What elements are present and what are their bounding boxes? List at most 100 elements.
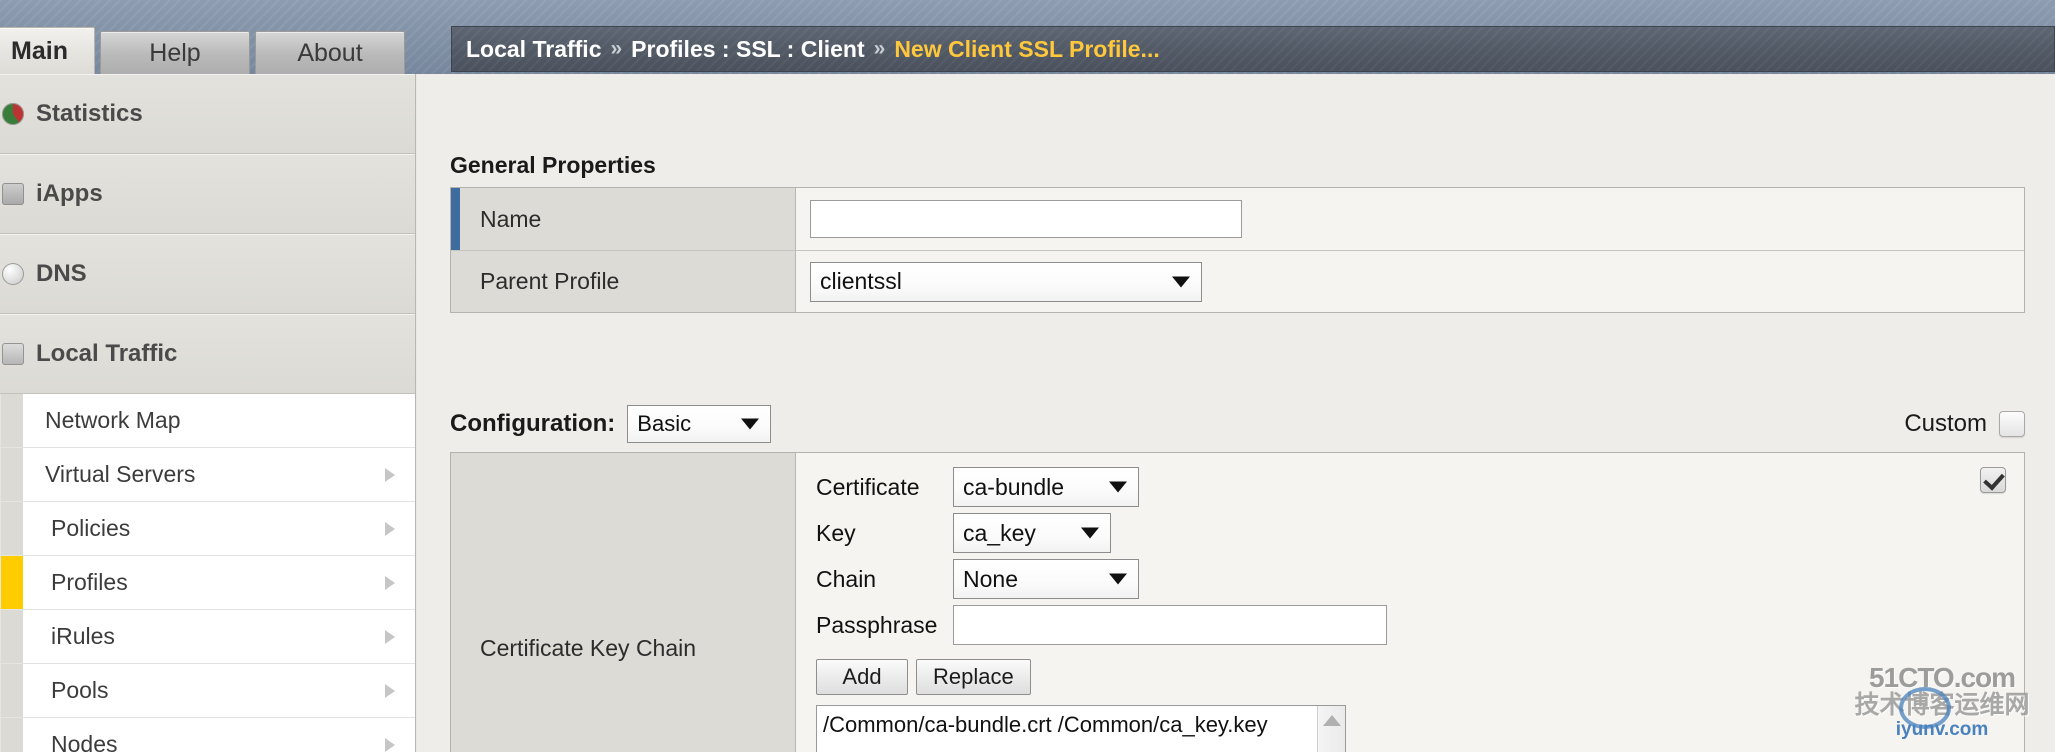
chevron-right-icon <box>385 683 395 698</box>
chain-label: Chain <box>816 565 877 592</box>
key-label: Key <box>816 519 856 546</box>
chevron-down-icon <box>1081 527 1099 539</box>
sidebar-item-virtual-servers[interactable]: Virtual Servers <box>1 448 415 502</box>
name-input[interactable] <box>810 200 1242 238</box>
sidebar-item-pools[interactable]: Pools <box>1 664 415 718</box>
traffic-icon <box>2 343 24 365</box>
tab-main[interactable]: Main <box>0 27 95 74</box>
name-label: Name <box>451 188 796 250</box>
cert-chain-button-row: Add Replace <box>816 659 2024 695</box>
parent-profile-field-cell: clientssl <box>796 251 2024 312</box>
chain-select-value: None <box>963 565 1018 592</box>
certificate-select[interactable]: ca-bundle <box>953 467 1139 507</box>
sidebar-group-local-traffic-label: Local Traffic <box>36 340 178 367</box>
tab-main-label: Main <box>11 36 68 65</box>
apps-icon <box>2 183 24 205</box>
certificate-key-chain-fields: Certificate ca-bundle Key ca_key Chain N… <box>796 453 2024 752</box>
configuration-select-value: Basic <box>637 411 692 436</box>
passphrase-field-row: Passphrase <box>816 605 2024 645</box>
custom-checkbox[interactable] <box>1999 411 2025 437</box>
globe-icon <box>2 263 24 285</box>
key-select-value: ca_key <box>963 519 1036 546</box>
tab-help[interactable]: Help <box>100 31 250 74</box>
sidebar-item-marker <box>1 394 23 447</box>
pie-chart-icon <box>2 103 24 125</box>
breadcrumb-item-current: New Client SSL Profile... <box>894 35 1160 62</box>
sidebar-item-pools-label: Pools <box>51 677 109 703</box>
sidebar: Statistics iApps DNS Local Traffic Netwo… <box>0 74 416 752</box>
sidebar-item-marker <box>1 502 23 555</box>
list-item[interactable]: /Common/ca-bundle.crt /Common/ca_key.key <box>817 706 1345 738</box>
chevron-right-icon <box>385 629 395 644</box>
configuration-label: Configuration: <box>450 410 616 437</box>
sidebar-group-statistics[interactable]: Statistics <box>0 74 415 154</box>
sidebar-item-marker-selected <box>1 556 23 609</box>
certificate-select-value: ca-bundle <box>963 473 1065 500</box>
certificate-chain-listbox[interactable]: /Common/ca-bundle.crt /Common/ca_key.key <box>816 705 1346 752</box>
chevron-down-icon <box>741 418 760 430</box>
configuration-select[interactable]: Basic <box>627 405 772 443</box>
custom-label: Custom <box>1904 410 1987 437</box>
table-row-name: Name <box>451 188 2024 250</box>
sidebar-group-dns-label: DNS <box>36 260 87 287</box>
chevron-right-icon <box>385 575 395 590</box>
sidebar-group-iapps-label: iApps <box>36 180 103 207</box>
certificate-key-chain-checkbox[interactable] <box>1980 467 2006 493</box>
chevron-down-icon <box>1172 276 1190 287</box>
sidebar-item-irules[interactable]: iRules <box>1 610 415 664</box>
certificate-field-row: Certificate ca-bundle <box>816 467 2024 507</box>
sidebar-item-policies[interactable]: Policies <box>1 502 415 556</box>
name-field-cell <box>796 188 2024 250</box>
sidebar-item-marker <box>1 664 23 717</box>
chevron-right-icon <box>385 521 395 536</box>
parent-profile-label: Parent Profile <box>451 251 796 312</box>
sidebar-group-iapps[interactable]: iApps <box>0 154 415 234</box>
tab-help-label: Help <box>149 38 201 67</box>
chevron-right-icon <box>385 467 395 482</box>
sidebar-item-nodes[interactable]: Nodes <box>1 718 415 752</box>
certificate-key-chain-panel: Certificate Key Chain Certificate ca-bun… <box>450 452 2025 752</box>
chevron-down-icon <box>1109 573 1127 585</box>
tab-about-label: About <box>297 38 363 67</box>
table-row-parent-profile: Parent Profile clientssl <box>451 250 2024 312</box>
top-tab-strip: Main Help About <box>0 27 405 74</box>
custom-toggle[interactable]: Custom <box>1904 410 2025 438</box>
configuration-row: Configuration: Basic Custom <box>450 400 2025 448</box>
key-field-row: Key ca_key <box>816 513 2024 553</box>
page-title: General Properties <box>450 152 656 178</box>
sidebar-group-statistics-label: Statistics <box>36 100 143 127</box>
breadcrumb-item-profiles-ssl-client[interactable]: Profiles : SSL : Client <box>631 36 864 63</box>
sidebar-item-network-map[interactable]: Network Map <box>1 394 415 448</box>
sidebar-item-policies-label: Policies <box>51 515 131 541</box>
breadcrumb-separator-icon: » <box>610 37 623 60</box>
sidebar-group-dns[interactable]: DNS <box>0 234 415 314</box>
sidebar-item-virtual-servers-label: Virtual Servers <box>45 461 196 487</box>
certificate-label: Certificate <box>816 473 920 500</box>
certificate-key-chain-label: Certificate Key Chain <box>480 635 697 661</box>
sidebar-item-profiles[interactable]: Profiles <box>1 556 415 610</box>
passphrase-input[interactable] <box>953 605 1387 645</box>
page-root: Main Help About Local Traffic » Profiles… <box>0 0 2055 752</box>
sidebar-item-marker <box>1 718 23 752</box>
breadcrumb-separator-icon-2: » <box>873 37 886 60</box>
replace-button[interactable]: Replace <box>916 659 1031 695</box>
chain-field-row: Chain None <box>816 559 2024 599</box>
passphrase-label: Passphrase <box>816 611 938 638</box>
sidebar-item-marker <box>1 610 23 663</box>
breadcrumb-item-local-traffic[interactable]: Local Traffic <box>466 36 601 63</box>
chain-select[interactable]: None <box>953 559 1139 599</box>
add-button[interactable]: Add <box>816 659 908 695</box>
sidebar-item-marker <box>1 448 23 501</box>
sidebar-group-local-traffic[interactable]: Local Traffic <box>0 314 415 394</box>
tab-about[interactable]: About <box>255 31 405 74</box>
scroll-up-icon[interactable] <box>1322 715 1341 726</box>
sidebar-item-network-map-label: Network Map <box>45 407 181 433</box>
sidebar-item-profiles-label: Profiles <box>51 569 128 595</box>
parent-profile-select[interactable]: clientssl <box>810 261 1202 302</box>
chevron-down-icon <box>1109 481 1127 493</box>
general-properties-table: Name Parent Profile clientssl <box>450 187 2025 313</box>
key-select[interactable]: ca_key <box>953 513 1111 553</box>
listbox-scrollbar[interactable] <box>1317 706 1345 752</box>
sidebar-item-irules-label: iRules <box>51 623 115 649</box>
main-content: General Properties Name Parent Profile c… <box>417 74 2055 752</box>
